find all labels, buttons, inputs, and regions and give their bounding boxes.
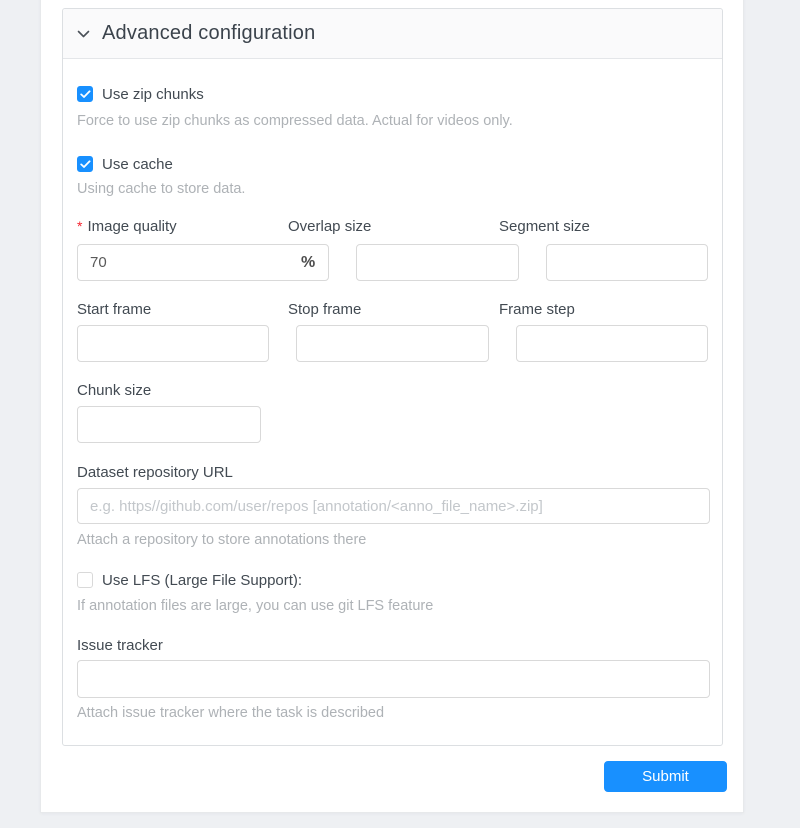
start-frame-label: Start frame xyxy=(77,299,261,319)
inputs-row-2 xyxy=(77,325,708,362)
zip-chunks-label[interactable]: Use zip chunks xyxy=(102,86,204,103)
issue-tracker-help: Attach issue tracker where the task is d… xyxy=(77,703,708,723)
chevron-down-icon xyxy=(77,30,90,39)
cache-help: Using cache to store data. xyxy=(77,179,708,199)
dataset-repository-input[interactable] xyxy=(77,488,710,524)
panel-title: Advanced configuration xyxy=(102,22,315,45)
frame-step-input[interactable] xyxy=(516,325,708,362)
page: Advanced configuration Use zip chunks Fo… xyxy=(0,0,800,828)
required-mark: * xyxy=(77,218,82,234)
segment-size-label: Segment size xyxy=(499,216,683,236)
labels-row-2: Start frame Stop frame Frame step xyxy=(77,299,708,319)
lfs-row: Use LFS (Large File Support): xyxy=(77,569,708,591)
lfs-checkbox[interactable] xyxy=(77,572,93,588)
start-frame-input[interactable] xyxy=(77,325,269,362)
inputs-row-1: % xyxy=(77,244,708,281)
image-quality-input[interactable] xyxy=(78,254,301,271)
issue-tracker-label: Issue tracker xyxy=(77,635,708,655)
image-quality-input-wrap: % xyxy=(77,244,329,281)
overlap-size-input[interactable] xyxy=(356,244,518,281)
stop-frame-input[interactable] xyxy=(296,325,488,362)
cache-label[interactable]: Use cache xyxy=(102,156,173,173)
zip-chunks-checkbox[interactable] xyxy=(77,86,93,102)
percent-suffix: % xyxy=(301,254,328,272)
dataset-repository-help: Attach a repository to store annotations… xyxy=(77,530,708,550)
image-quality-label: * Image quality xyxy=(77,216,261,236)
advanced-configuration-header[interactable]: Advanced configuration xyxy=(63,9,722,59)
advanced-configuration-panel: Advanced configuration Use zip chunks Fo… xyxy=(62,8,723,746)
overlap-size-label: Overlap size xyxy=(288,216,472,236)
panel-body: Use zip chunks Force to use zip chunks a… xyxy=(63,59,722,723)
dataset-repository-label: Dataset repository URL xyxy=(77,462,708,482)
lfs-label[interactable]: Use LFS (Large File Support): xyxy=(102,572,302,589)
labels-row-1: * Image quality Overlap size Segment siz… xyxy=(77,216,708,236)
lfs-help: If annotation files are large, you can u… xyxy=(77,596,708,616)
chunk-size-label: Chunk size xyxy=(77,380,708,400)
stop-frame-label: Stop frame xyxy=(288,299,472,319)
zip-chunks-row: Use zip chunks xyxy=(77,83,708,105)
chunk-size-input[interactable] xyxy=(77,406,261,443)
submit-button[interactable]: Submit xyxy=(604,761,727,792)
zip-chunks-help: Force to use zip chunks as compressed da… xyxy=(77,111,708,131)
cache-row: Use cache xyxy=(77,153,708,175)
frame-step-label: Frame step xyxy=(499,299,683,319)
cache-checkbox[interactable] xyxy=(77,156,93,172)
create-task-card: Advanced configuration Use zip chunks Fo… xyxy=(40,0,744,813)
issue-tracker-input[interactable] xyxy=(77,660,710,698)
segment-size-input[interactable] xyxy=(546,244,708,281)
